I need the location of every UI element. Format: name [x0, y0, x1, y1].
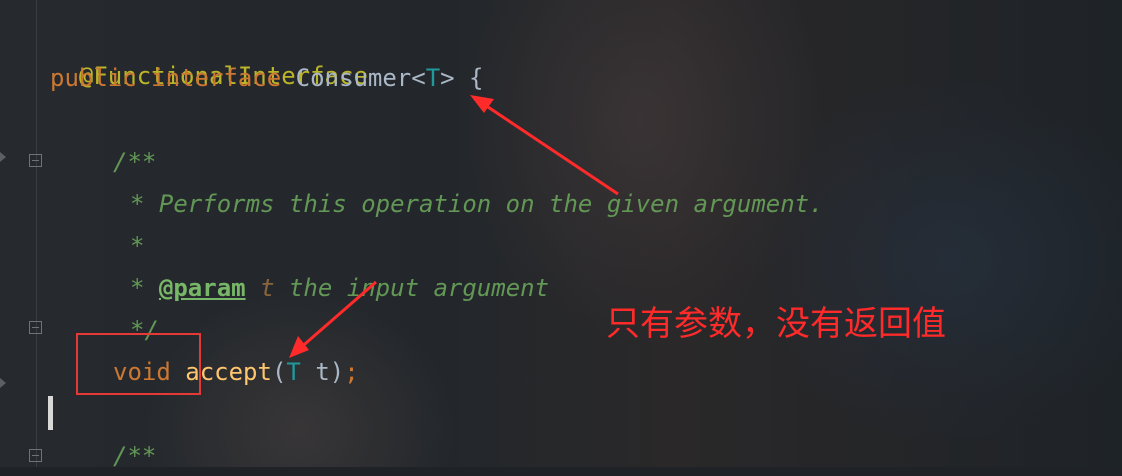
arrow-to-accept	[297, 280, 377, 352]
arrow-to-type-parameter	[481, 101, 619, 196]
arrowhead-icon	[289, 336, 309, 358]
annotation-arrows	[289, 95, 619, 358]
annotation-note: 只有参数，没有返回值	[606, 304, 946, 344]
